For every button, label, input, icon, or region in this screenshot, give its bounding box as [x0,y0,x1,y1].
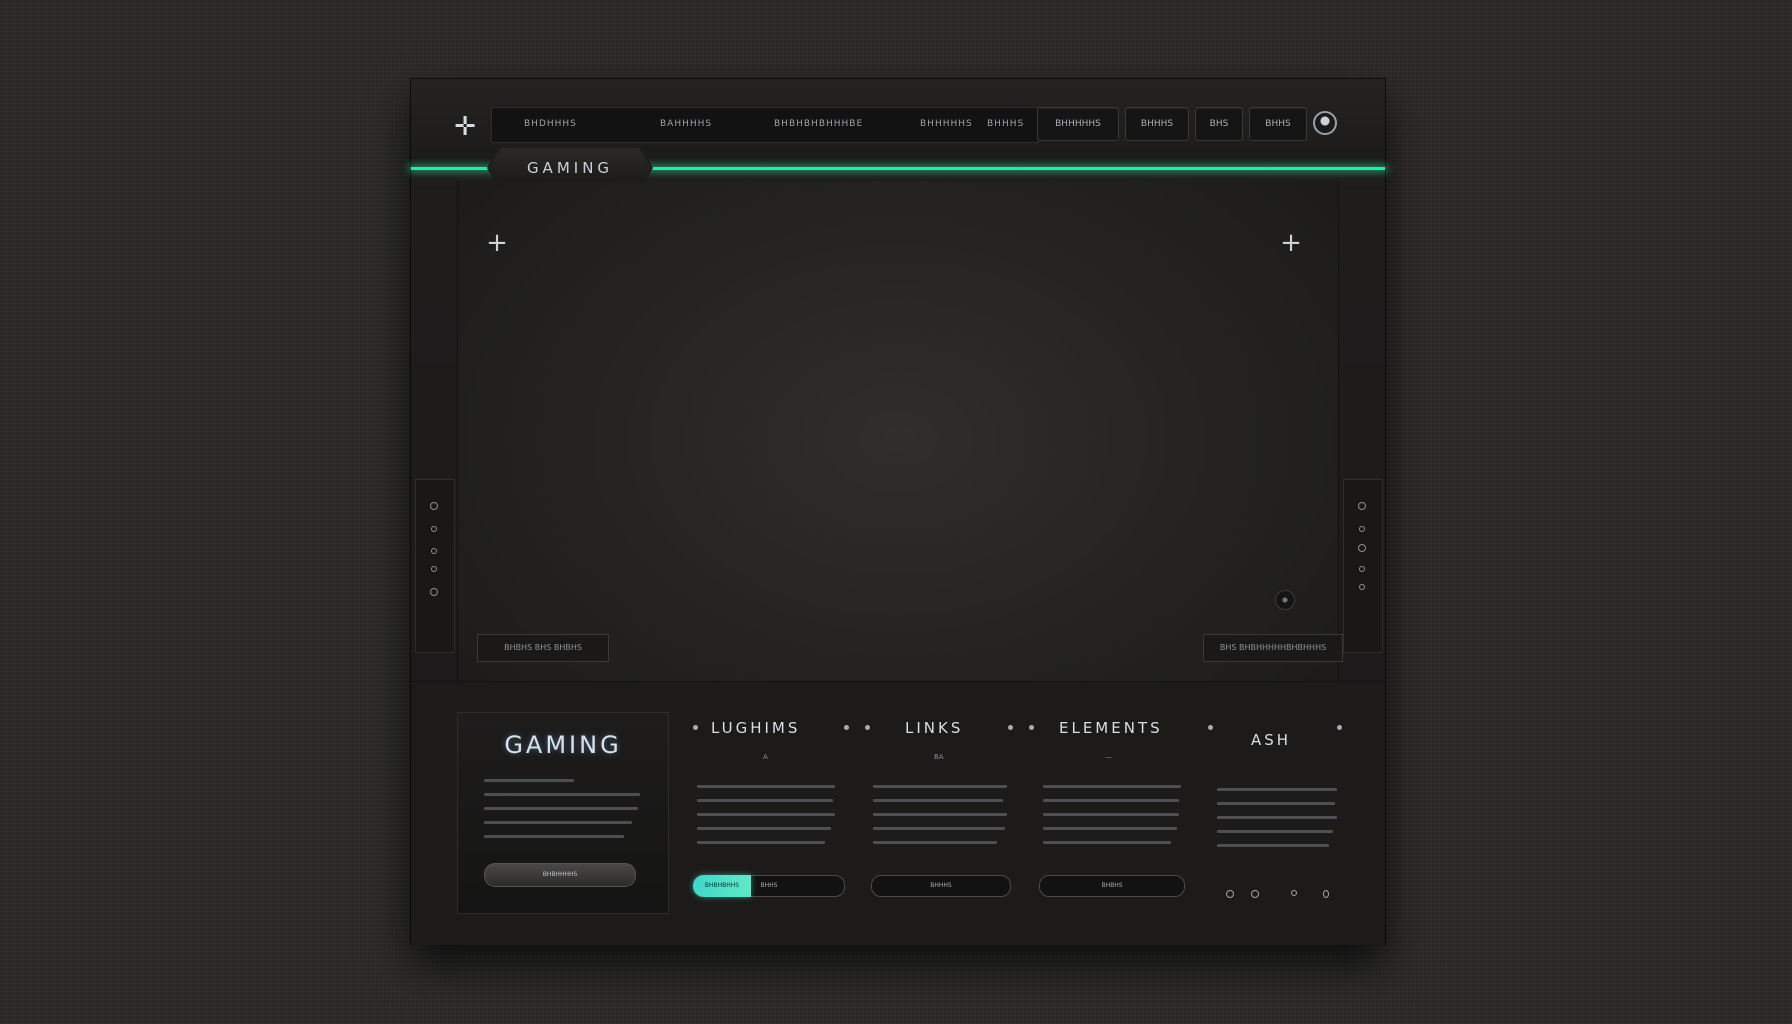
rail-icon-2[interactable] [431,526,437,532]
section-header-ash: ASH [1251,731,1292,749]
section-header-links: LINKS [905,719,964,737]
divider-dot [1208,725,1213,730]
column-button-3[interactable]: BHBHS [1039,875,1185,897]
crosshair-icon: + [486,228,508,258]
text-placeholder [1217,844,1329,847]
bottom-panel: GAMING BHBHHHHS LUGHIMS LINKS ELEMENTS A… [411,681,1385,945]
page-dot-icon[interactable] [1251,890,1259,898]
text-placeholder [697,785,835,788]
section-header-lughims: LUGHIMS [711,719,801,737]
text-placeholder [1217,802,1335,805]
column-subtitle: BA [934,753,944,761]
viewport-label-right[interactable]: BHS BHBHHHHHBHBHHHS [1203,634,1343,662]
viewport-label-left[interactable]: BHBHS BHS BHBHS [477,634,609,662]
promo-button[interactable]: BHBHHHHS [484,863,636,887]
nav-button-1[interactable]: BHHHHHS [1037,107,1119,141]
left-side-rail [415,479,455,653]
rail-icon-9[interactable] [1359,566,1365,572]
text-placeholder [697,841,825,844]
rail-icon-1[interactable] [430,502,438,510]
column-button-2[interactable]: BHHHS [871,875,1011,897]
crosshair-icon: + [1280,228,1302,258]
text-placeholder [873,813,1007,816]
nav-item-2[interactable]: BAHHHHS [660,119,712,129]
nav-item-5[interactable]: BHHHS [987,119,1024,129]
avatar[interactable] [1313,111,1337,135]
text-placeholder [1043,785,1181,788]
text-placeholder [697,827,831,830]
text-placeholder [484,835,624,838]
rail-icon-6[interactable] [1358,502,1366,510]
nav-button-4[interactable]: BHHS [1249,107,1307,141]
text-placeholder [1043,841,1171,844]
text-placeholder [697,813,835,816]
main-viewport [457,181,1339,753]
text-placeholder [873,785,1007,788]
text-placeholder [484,779,574,782]
rail-icon-4[interactable] [431,566,437,572]
column-subtitle: — [1105,753,1112,761]
rail-icon-5[interactable] [430,588,438,596]
text-placeholder [484,821,632,824]
text-placeholder [1043,813,1179,816]
text-placeholder [484,807,638,810]
divider-dot [693,725,698,730]
divider-dot [844,725,849,730]
text-placeholder [1043,799,1179,802]
text-placeholder [1217,830,1333,833]
column-subtitle: A [763,753,768,761]
divider-dot [1337,725,1342,730]
rail-icon-3[interactable] [431,548,437,554]
rail-icon-7[interactable] [1359,526,1365,532]
text-placeholder [873,799,1003,802]
page-dot-icon[interactable] [1226,890,1234,898]
nav-strip: BHDHHHS BAHHHHS BHBHBHBHHHBE BHHHHHS BHH… [491,107,1039,143]
right-side-rail [1343,479,1383,653]
divider-dot [1008,725,1013,730]
logo-icon[interactable]: ✛ [451,113,479,141]
text-placeholder [1043,827,1177,830]
nav-item-1[interactable]: BHDHHHS [524,119,577,129]
promo-title: GAMING [504,731,622,759]
text-placeholder [1217,788,1337,791]
text-placeholder [1217,816,1337,819]
text-placeholder [873,827,1005,830]
section-header-elements: ELEMENTS [1059,719,1163,737]
rail-icon-10[interactable] [1359,584,1365,590]
page-dot-icon[interactable] [1323,890,1329,898]
app-window: ✛ BHDHHHS BAHHHHS BHBHBHBHHHBE BHHHHHS B… [411,79,1385,945]
text-placeholder [484,793,640,796]
divider-dot [1029,725,1034,730]
rail-icon-8[interactable] [1358,544,1366,552]
nav-item-3[interactable]: BHBHBHBHHHBE [774,119,863,129]
nav-item-4[interactable]: BHHHHHS [920,119,973,129]
knob-icon[interactable] [1275,590,1295,610]
page-dot-icon[interactable] [1291,890,1297,896]
accent-button[interactable]: BHBHBHHS [693,875,751,897]
promo-card: GAMING BHBHHHHS [457,712,669,914]
text-placeholder [697,799,833,802]
divider-dot [865,725,870,730]
nav-button-3[interactable]: BHS [1195,107,1243,141]
nav-button-2[interactable]: BHHHS [1125,107,1189,141]
text-placeholder [873,841,997,844]
